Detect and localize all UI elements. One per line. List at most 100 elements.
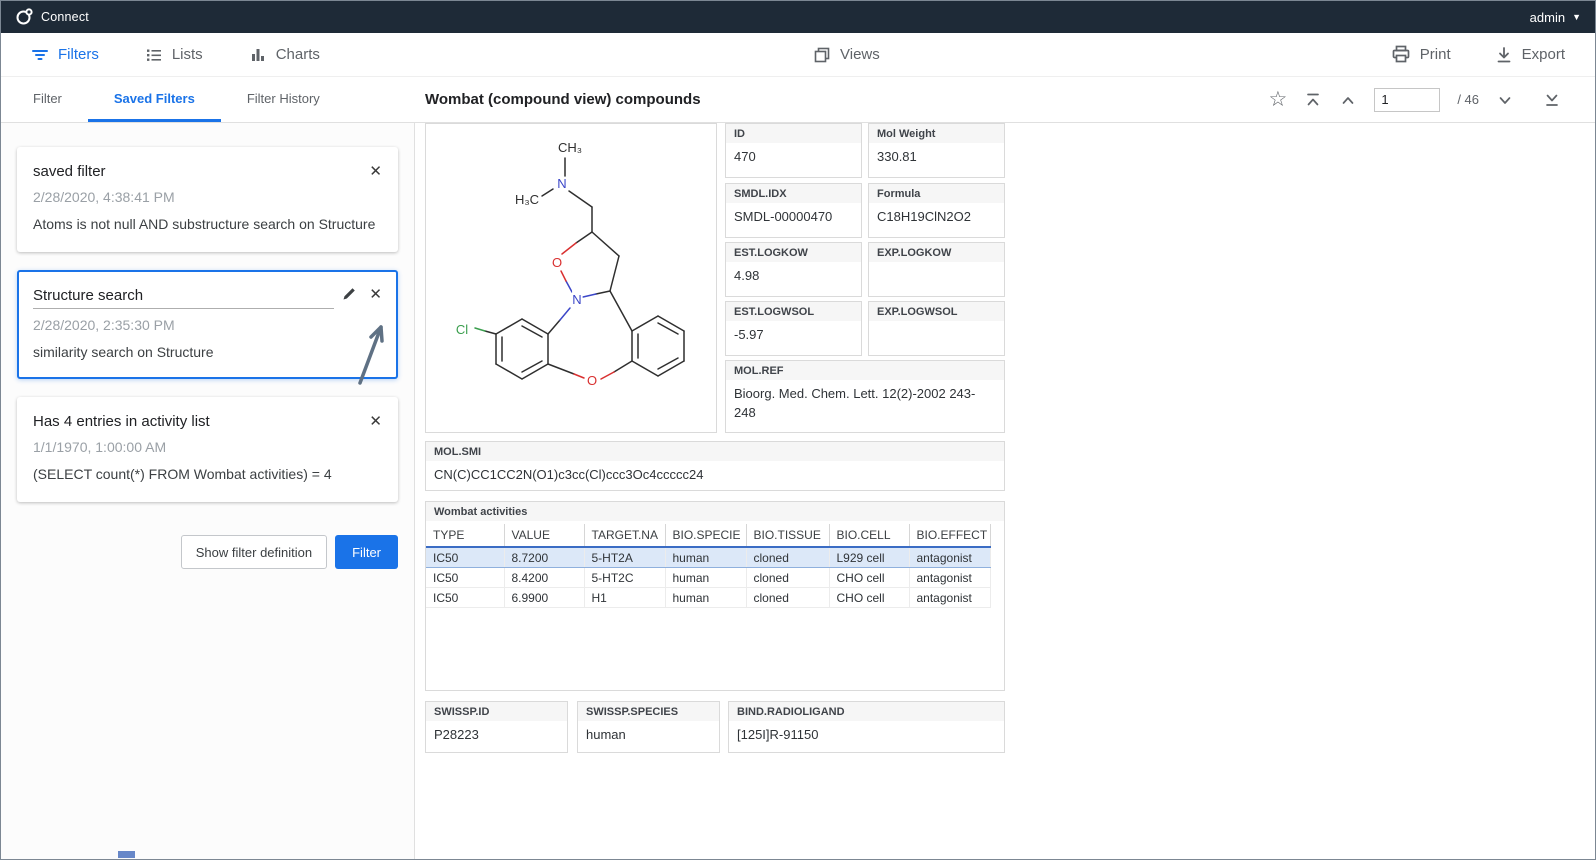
field-smdl-idx[interactable]: SMDL.IDX SMDL-00000470 — [725, 183, 862, 238]
field-label: SWISSP.SPECIES — [578, 702, 719, 721]
toolbar-filters-button[interactable]: Filters — [31, 46, 99, 64]
filter-card-title: Has 4 entries in activity list — [33, 413, 357, 430]
favorite-star-icon[interactable]: ☆ — [1268, 89, 1287, 110]
app-name: Connect — [41, 10, 89, 24]
delete-filter-icon[interactable]: ✕ — [369, 286, 382, 304]
activities-column-header[interactable]: TARGET.NA — [584, 524, 665, 547]
activities-cell: IC50 — [426, 568, 504, 588]
atom-label-cl: Cl — [456, 322, 468, 337]
activities-cell: H1 — [584, 588, 665, 608]
activities-cell: human — [665, 588, 746, 608]
activities-cell: CHO cell — [829, 588, 909, 608]
tab-filter-label: Filter — [33, 91, 62, 106]
user-name: admin — [1530, 10, 1565, 25]
field-mol-smi[interactable]: MOL.SMI CN(C)CC1CC2N(O1)c3cc(Cl)ccc3Oc4c… — [425, 441, 1005, 491]
print-button[interactable]: Print — [1391, 45, 1451, 64]
filter-card-description: Atoms is not null AND substructure searc… — [33, 214, 382, 236]
record-number-input[interactable] — [1374, 88, 1440, 112]
edit-pencil-icon[interactable] — [342, 286, 357, 301]
activities-row[interactable]: IC506.9900H1humanclonedCHO cellantagonis… — [426, 588, 990, 608]
tab-saved-filters-label: Saved Filters — [114, 91, 195, 106]
activities-column-header[interactable]: TYPE — [426, 524, 504, 547]
toolbar-charts-label: Charts — [276, 46, 320, 63]
atom-label-n: N — [572, 292, 581, 307]
toolbar: Filters Lists Charts Views — [1, 33, 1595, 77]
field-mol-ref[interactable]: MOL.REF Bioorg. Med. Chem. Lett. 12(2)-2… — [725, 360, 1005, 433]
delete-filter-icon[interactable]: ✕ — [369, 413, 382, 431]
activities-cell: 6.9900 — [504, 588, 584, 608]
field-bind-radioligand[interactable]: BIND.RADIOLIGAND [125I]R-91150 — [728, 701, 1005, 753]
tab-saved-filters[interactable]: Saved Filters — [88, 77, 221, 122]
horizontal-scrollbar-thumb[interactable] — [118, 851, 135, 858]
molecule-structure: CH₃ N H₃C O N Cl O — [426, 124, 716, 432]
first-record-icon[interactable] — [1304, 91, 1322, 109]
print-label: Print — [1420, 46, 1451, 63]
field-label: Formula — [869, 184, 1004, 203]
export-button[interactable]: Export — [1495, 45, 1565, 64]
activities-column-header[interactable]: BIO.SPECIE — [665, 524, 746, 547]
activities-cell: antagonist — [909, 568, 990, 588]
field-exp-logwsol[interactable]: EXP.LOGWSOL — [868, 301, 1005, 356]
activities-cell: 8.7200 — [504, 547, 584, 568]
atom-label-n: N — [557, 176, 566, 191]
toolbar-right-group: Print Export — [1391, 45, 1565, 64]
field-value: -5.97 — [726, 321, 861, 350]
activities-cell: CHO cell — [829, 568, 909, 588]
caret-down-icon: ▼ — [1572, 13, 1581, 22]
activities-row[interactable]: IC508.72005-HT2AhumanclonedL929 cellanta… — [426, 547, 990, 568]
last-record-icon[interactable] — [1543, 91, 1561, 109]
field-value: C18H19ClN2O2 — [869, 203, 1004, 232]
field-est-logkow[interactable]: EST.LOGKOW 4.98 — [725, 242, 862, 297]
activities-cell: cloned — [746, 568, 829, 588]
activities-tbody: IC508.72005-HT2AhumanclonedL929 cellanta… — [426, 547, 990, 608]
filter-card-description: similarity search on Structure — [33, 342, 382, 364]
field-value — [869, 262, 1004, 272]
activities-cell: 5-HT2A — [584, 547, 665, 568]
structure-viewer[interactable]: CH₃ N H₃C O N Cl O — [425, 123, 717, 433]
field-value — [869, 321, 1004, 331]
field-swissp-id[interactable]: SWISSP.ID P28223 — [425, 701, 568, 753]
filter-card-saved-filter[interactable]: saved filter ✕ 2/28/2020, 4:38:41 PM Ato… — [17, 147, 398, 252]
activities-column-header[interactable]: BIO.EFFECT — [909, 524, 990, 547]
tab-filter-history[interactable]: Filter History — [221, 77, 346, 122]
field-exp-logkow[interactable]: EXP.LOGKOW — [868, 242, 1005, 297]
sidebar-tabs: Filter Saved Filters Filter History — [1, 77, 415, 122]
delete-filter-icon[interactable]: ✕ — [369, 163, 382, 181]
toolbar-lists-button[interactable]: Lists — [145, 46, 203, 64]
filter-card-structure-search[interactable]: ✕ 2/28/2020, 2:35:30 PM similarity searc… — [17, 270, 398, 380]
field-mol-weight[interactable]: Mol Weight 330.81 — [868, 123, 1005, 178]
toolbar-lists-label: Lists — [172, 46, 203, 63]
field-formula[interactable]: Formula C18H19ClN2O2 — [868, 183, 1005, 238]
field-value: 470 — [726, 143, 861, 172]
filter-card-title: saved filter — [33, 163, 357, 180]
toolbar-views-button[interactable]: Views — [813, 46, 880, 64]
field-id[interactable]: ID 470 — [725, 123, 862, 178]
next-record-icon[interactable] — [1496, 91, 1514, 109]
saved-filters-panel: saved filter ✕ 2/28/2020, 4:38:41 PM Ato… — [1, 123, 415, 859]
subheader: Filter Saved Filters Filter History Womb… — [1, 77, 1595, 123]
compound-record-view: CH₃ N H₃C O N Cl O ID 470 Mol Weight 330… — [415, 123, 1595, 859]
show-filter-definition-button[interactable]: Show filter definition — [181, 535, 327, 569]
topbar: Connect admin ▼ — [1, 1, 1595, 33]
atom-label-o: O — [587, 373, 597, 388]
filter-button[interactable]: Filter — [335, 535, 398, 569]
activities-column-header[interactable]: BIO.CELL — [829, 524, 909, 547]
activities-column-header[interactable]: VALUE — [504, 524, 584, 547]
activities-column-header[interactable]: BIO.TISSUE — [746, 524, 829, 547]
filter-card-activity-list[interactable]: Has 4 entries in activity list ✕ 1/1/197… — [17, 397, 398, 502]
field-label: MOL.SMI — [426, 442, 1004, 461]
page-title: Wombat (compound view) compounds — [425, 91, 701, 108]
activities-row[interactable]: IC508.42005-HT2ChumanclonedCHO cellantag… — [426, 568, 990, 588]
tab-filter[interactable]: Filter — [7, 77, 88, 122]
field-swissp-species[interactable]: SWISSP.SPECIES human — [577, 701, 720, 753]
field-value: 330.81 — [869, 143, 1004, 172]
user-menu[interactable]: admin ▼ — [1530, 10, 1581, 25]
activities-cell: cloned — [746, 588, 829, 608]
activities-cell: human — [665, 568, 746, 588]
field-est-logwsol[interactable]: EST.LOGWSOL -5.97 — [725, 301, 862, 356]
previous-record-icon[interactable] — [1339, 91, 1357, 109]
atom-label-o: O — [552, 255, 562, 270]
toolbar-charts-button[interactable]: Charts — [249, 46, 320, 64]
filter-name-input[interactable] — [33, 286, 334, 309]
filter-card-description: (SELECT count(*) FROM Wombat activities)… — [33, 464, 382, 486]
